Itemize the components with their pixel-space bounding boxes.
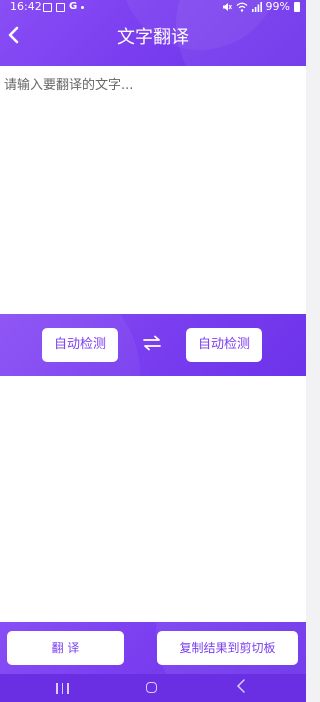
home-button[interactable] [146,682,157,693]
image-icon [43,2,52,12]
battery-icon [294,2,300,12]
mute-icon [222,3,232,11]
app-header-area: 16:42 G 99% 文字翻译 [0,0,306,66]
target-language-button[interactable]: 自动检测 [186,328,262,362]
page-title: 文字翻译 [117,27,189,48]
translate-button[interactable]: 翻 译 [7,631,124,665]
battery-percent: 99% [265,0,290,13]
google-icon: G [69,1,78,12]
header-bar: 文字翻译 [0,14,306,64]
swap-languages-button[interactable] [140,331,164,357]
nav-back-icon [236,679,245,693]
status-icons-right: 99% [222,0,300,14]
input-panel [0,66,306,315]
wifi-icon [236,2,247,12]
action-bar: 翻 译 复制结果到剪切板 [0,622,306,674]
status-bar: 16:42 G 99% [0,0,306,14]
status-time: 16:42 [10,0,42,13]
recent-bar [67,683,69,694]
system-nav-bar [0,674,306,702]
recent-bar [61,683,63,694]
source-language-button[interactable]: 自动检测 [42,328,118,362]
copy-result-button[interactable]: 复制结果到剪切板 [157,631,298,665]
language-bar: 自动检测 自动检测 [0,314,306,376]
output-panel [0,376,306,622]
signal-icon [251,2,262,12]
swap-arrows-icon [143,335,161,351]
recent-apps-button[interactable] [56,683,69,694]
nav-back-button[interactable] [236,678,246,698]
source-text-input[interactable] [0,66,306,314]
check-box-icon [56,2,65,12]
status-icons-left: G [43,1,85,12]
dot-icon [81,5,85,9]
recent-bar [56,683,58,694]
